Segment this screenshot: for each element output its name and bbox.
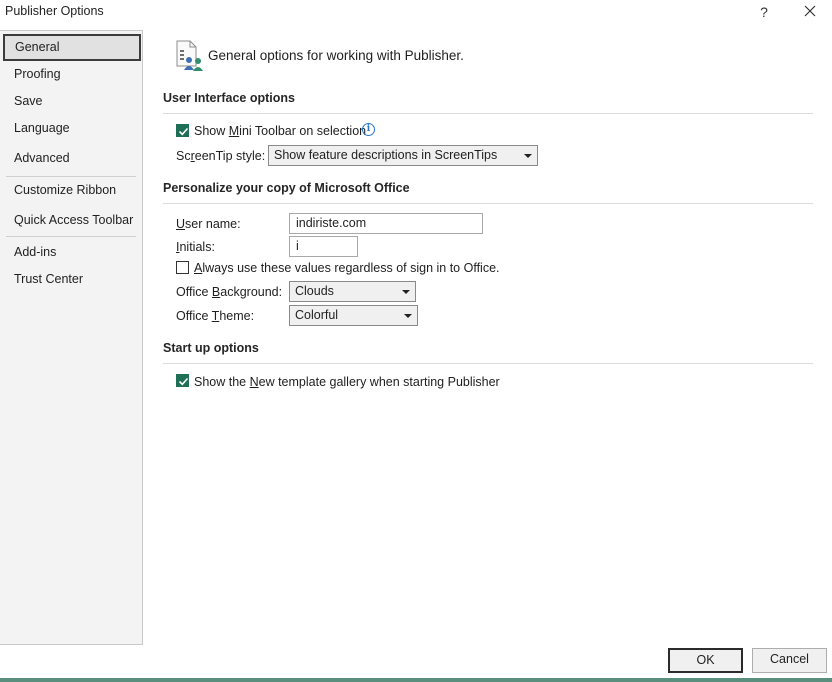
office-theme-value: Colorful (295, 308, 339, 322)
user-name-label: User name: (176, 217, 241, 231)
section-title-startup: Start up options (163, 341, 259, 355)
office-theme-select[interactable]: Colorful (289, 305, 418, 326)
always-use-values-label: Always use these values regardless of si… (194, 261, 500, 275)
office-background-select[interactable]: Clouds (289, 281, 416, 302)
section-divider (163, 363, 813, 364)
chevron-down-icon (404, 314, 412, 318)
sidebar-item-proofing[interactable]: Proofing (3, 62, 141, 89)
initials-input[interactable]: i (289, 236, 358, 257)
sidebar-item-trust-center[interactable]: Trust Center (3, 267, 141, 294)
sidebar-item-quick-access-toolbar[interactable]: Quick Access Toolbar (3, 208, 141, 235)
sidebar-item-advanced[interactable]: Advanced (3, 146, 141, 173)
window-title: Publisher Options (5, 4, 104, 18)
sidebar-divider (6, 176, 136, 177)
template-gallery-checkbox[interactable] (176, 374, 189, 387)
cancel-button[interactable]: Cancel (752, 648, 827, 673)
sidebar-item-customize-ribbon[interactable]: Customize Ribbon (3, 178, 141, 205)
chevron-down-icon (524, 154, 532, 158)
section-divider (163, 113, 813, 114)
user-name-input[interactable]: indiriste.com (289, 213, 483, 234)
office-background-label: Office Background: (176, 285, 283, 299)
window-bottom-edge (0, 678, 832, 682)
checkmark-icon (178, 127, 189, 136)
mini-toolbar-label: Show Mini Toolbar on selection (194, 124, 367, 138)
office-background-value: Clouds (295, 284, 334, 298)
header-description: General options for working with Publish… (208, 48, 464, 63)
chevron-down-icon (402, 290, 410, 294)
section-title-personalize: Personalize your copy of Microsoft Offic… (163, 181, 410, 195)
screentip-style-select[interactable]: Show feature descriptions in ScreenTips (268, 145, 538, 166)
sidebar-item-add-ins[interactable]: Add-ins (3, 240, 141, 267)
options-sidebar: General Proofing Save Language Advanced … (0, 30, 143, 645)
info-icon[interactable]: i (362, 123, 375, 136)
sidebar-item-save[interactable]: Save (3, 89, 141, 116)
general-options-icon (176, 40, 203, 71)
ok-button[interactable]: OK (668, 648, 743, 673)
office-theme-label: Office Theme: (176, 309, 255, 323)
title-bar: Publisher Options ? (0, 0, 832, 26)
sidebar-item-language[interactable]: Language (3, 116, 141, 143)
sidebar-item-general[interactable]: General (3, 34, 141, 61)
always-use-values-checkbox[interactable] (176, 261, 189, 274)
section-divider (163, 203, 813, 204)
close-icon (804, 5, 816, 17)
section-title-ui-options: User Interface options (163, 91, 295, 105)
sidebar-divider (6, 236, 136, 237)
help-button[interactable]: ? (752, 2, 776, 22)
close-button[interactable] (796, 2, 824, 22)
checkmark-icon (178, 377, 189, 386)
screentip-style-value: Show feature descriptions in ScreenTips (274, 148, 498, 162)
mini-toolbar-checkbox[interactable] (176, 124, 189, 137)
template-gallery-label: Show the New template gallery when start… (194, 375, 500, 389)
screentip-style-label: ScreenTip style: (176, 149, 266, 163)
initials-label: Initials: (176, 240, 215, 254)
